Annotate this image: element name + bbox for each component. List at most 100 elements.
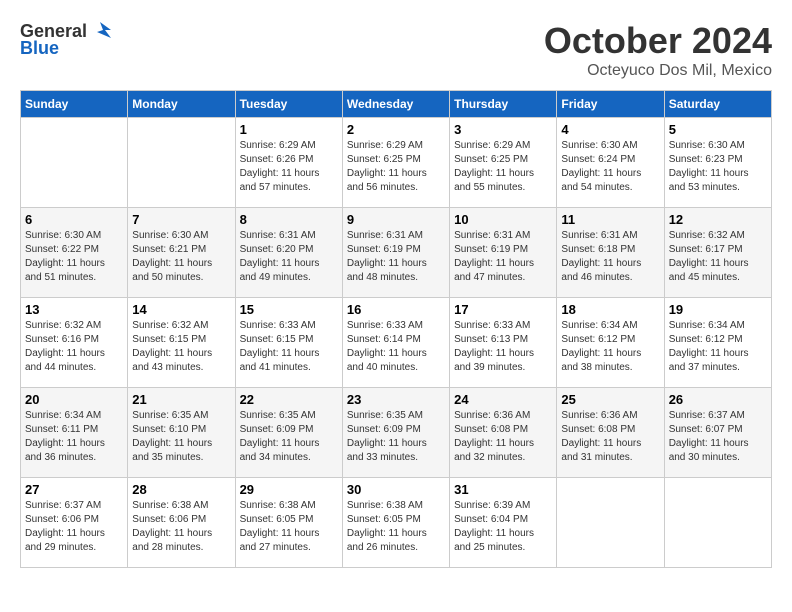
day-number: 1 — [240, 122, 338, 137]
day-number: 30 — [347, 482, 445, 497]
calendar-cell — [557, 478, 664, 568]
day-info: Sunrise: 6:37 AM Sunset: 6:07 PM Dayligh… — [669, 409, 767, 465]
calendar-cell: 8Sunrise: 6:31 AM Sunset: 6:20 PM Daylig… — [235, 208, 342, 298]
day-number: 21 — [132, 392, 230, 407]
day-number: 9 — [347, 212, 445, 227]
day-info: Sunrise: 6:30 AM Sunset: 6:22 PM Dayligh… — [25, 229, 123, 285]
calendar-cell: 9 Sunrise: 6:31 AM Sunset: 6:19 PM Daylig… — [342, 208, 449, 298]
day-info: Sunrise: 6:38 AM Sunset: 6:05 PM Dayligh… — [347, 499, 445, 555]
calendar-cell: 6 Sunrise: 6:30 AM Sunset: 6:22 PM Daylig… — [21, 208, 128, 298]
day-info: Sunrise: 6:33 AM Sunset: 6:15 PM Dayligh… — [240, 319, 338, 375]
day-info: Sunrise: 6:30 AM Sunset: 6:21 PM Dayligh… — [132, 229, 230, 285]
week-row-4: 20Sunrise: 6:34 AM Sunset: 6:11 PM Dayli… — [21, 388, 772, 478]
day-info: Sunrise: 6:30 AM Sunset: 6:23 PM Dayligh… — [669, 139, 767, 195]
day-info: Sunrise: 6:31 AM Sunset: 6:19 PM Dayligh… — [347, 229, 445, 285]
day-info: Sunrise: 6:32 AM Sunset: 6:15 PM Dayligh… — [132, 319, 230, 375]
day-info: Sunrise: 6:34 AM Sunset: 6:12 PM Dayligh… — [561, 319, 659, 375]
calendar-cell — [128, 118, 235, 208]
day-info: Sunrise: 6:29 AM Sunset: 6:25 PM Dayligh… — [347, 139, 445, 195]
day-number: 10 — [454, 212, 552, 227]
day-number: 2 — [347, 122, 445, 137]
calendar-cell: 21 Sunrise: 6:35 AM Sunset: 6:10 PM Dayli… — [128, 388, 235, 478]
logo-blue: Blue — [20, 38, 59, 59]
calendar-cell: 17 Sunrise: 6:33 AM Sunset: 6:13 PM Dayli… — [450, 298, 557, 388]
calendar-cell — [21, 118, 128, 208]
calendar-cell: 16 Sunrise: 6:33 AM Sunset: 6:14 PM Dayli… — [342, 298, 449, 388]
day-info: Sunrise: 6:38 AM Sunset: 6:05 PM Dayligh… — [240, 499, 338, 555]
day-info: Sunrise: 6:31 AM Sunset: 6:19 PM Dayligh… — [454, 229, 552, 285]
day-info: Sunrise: 6:29 AM Sunset: 6:26 PM Dayligh… — [240, 139, 338, 195]
calendar-cell: 31 Sunrise: 6:39 AM Sunset: 6:04 PM Dayli… — [450, 478, 557, 568]
day-number: 14 — [132, 302, 230, 317]
day-number: 17 — [454, 302, 552, 317]
day-number: 6 — [25, 212, 123, 227]
calendar-cell: 20Sunrise: 6:34 AM Sunset: 6:11 PM Dayli… — [21, 388, 128, 478]
day-number: 31 — [454, 482, 552, 497]
calendar-cell: 26 Sunrise: 6:37 AM Sunset: 6:07 PM Dayli… — [664, 388, 771, 478]
calendar-cell: 18 Sunrise: 6:34 AM Sunset: 6:12 PM Dayli… — [557, 298, 664, 388]
day-number: 12 — [669, 212, 767, 227]
day-info: Sunrise: 6:32 AM Sunset: 6:16 PM Dayligh… — [25, 319, 123, 375]
day-info: Sunrise: 6:36 AM Sunset: 6:08 PM Dayligh… — [454, 409, 552, 465]
day-info: Sunrise: 6:35 AM Sunset: 6:10 PM Dayligh… — [132, 409, 230, 465]
week-row-5: 27 Sunrise: 6:37 AM Sunset: 6:06 PM Dayli… — [21, 478, 772, 568]
day-number: 5 — [669, 122, 767, 137]
calendar-cell: 22 Sunrise: 6:35 AM Sunset: 6:09 PM Dayli… — [235, 388, 342, 478]
day-info: Sunrise: 6:36 AM Sunset: 6:08 PM Dayligh… — [561, 409, 659, 465]
weekday-header-sunday: Sunday — [21, 91, 128, 118]
day-info: Sunrise: 6:33 AM Sunset: 6:13 PM Dayligh… — [454, 319, 552, 375]
logo: General Blue — [20, 20, 111, 59]
day-info: Sunrise: 6:35 AM Sunset: 6:09 PM Dayligh… — [347, 409, 445, 465]
day-number: 23 — [347, 392, 445, 407]
weekday-header-thursday: Thursday — [450, 91, 557, 118]
calendar-cell: 15 Sunrise: 6:33 AM Sunset: 6:15 PM Dayli… — [235, 298, 342, 388]
day-info: Sunrise: 6:35 AM Sunset: 6:09 PM Dayligh… — [240, 409, 338, 465]
day-number: 25 — [561, 392, 659, 407]
day-number: 20 — [25, 392, 123, 407]
day-info: Sunrise: 6:34 AM Sunset: 6:12 PM Dayligh… — [669, 319, 767, 375]
calendar-cell: 29 Sunrise: 6:38 AM Sunset: 6:05 PM Dayli… — [235, 478, 342, 568]
day-number: 28 — [132, 482, 230, 497]
calendar-cell: 14 Sunrise: 6:32 AM Sunset: 6:15 PM Dayli… — [128, 298, 235, 388]
calendar-table: SundayMondayTuesdayWednesdayThursdayFrid… — [20, 90, 772, 568]
title-block: October 2024 Octeyuco Dos Mil, Mexico — [544, 20, 772, 80]
day-info: Sunrise: 6:38 AM Sunset: 6:06 PM Dayligh… — [132, 499, 230, 555]
day-number: 4 — [561, 122, 659, 137]
day-number: 18 — [561, 302, 659, 317]
day-number: 29 — [240, 482, 338, 497]
week-row-1: 1 Sunrise: 6:29 AM Sunset: 6:26 PM Daylig… — [21, 118, 772, 208]
day-info: Sunrise: 6:33 AM Sunset: 6:14 PM Dayligh… — [347, 319, 445, 375]
logo-bird-icon — [89, 20, 111, 42]
week-row-2: 6 Sunrise: 6:30 AM Sunset: 6:22 PM Daylig… — [21, 208, 772, 298]
day-number: 7 — [132, 212, 230, 227]
calendar-cell: 7 Sunrise: 6:30 AM Sunset: 6:21 PM Daylig… — [128, 208, 235, 298]
calendar-cell: 10 Sunrise: 6:31 AM Sunset: 6:19 PM Dayli… — [450, 208, 557, 298]
calendar-cell: 1 Sunrise: 6:29 AM Sunset: 6:26 PM Daylig… — [235, 118, 342, 208]
calendar-cell: 28 Sunrise: 6:38 AM Sunset: 6:06 PM Dayli… — [128, 478, 235, 568]
calendar-cell: 12 Sunrise: 6:32 AM Sunset: 6:17 PM Dayli… — [664, 208, 771, 298]
day-info: Sunrise: 6:30 AM Sunset: 6:24 PM Dayligh… — [561, 139, 659, 195]
calendar-cell: 27 Sunrise: 6:37 AM Sunset: 6:06 PM Dayli… — [21, 478, 128, 568]
day-number: 15 — [240, 302, 338, 317]
calendar-cell: 5 Sunrise: 6:30 AM Sunset: 6:23 PM Daylig… — [664, 118, 771, 208]
day-info: Sunrise: 6:29 AM Sunset: 6:25 PM Dayligh… — [454, 139, 552, 195]
calendar-cell — [664, 478, 771, 568]
day-number: 22 — [240, 392, 338, 407]
day-number: 13 — [25, 302, 123, 317]
weekday-header-friday: Friday — [557, 91, 664, 118]
day-number: 19 — [669, 302, 767, 317]
location-title: Octeyuco Dos Mil, Mexico — [544, 62, 772, 80]
day-info: Sunrise: 6:31 AM Sunset: 6:18 PM Dayligh… — [561, 229, 659, 285]
day-number: 16 — [347, 302, 445, 317]
day-info: Sunrise: 6:37 AM Sunset: 6:06 PM Dayligh… — [25, 499, 123, 555]
day-info: Sunrise: 6:32 AM Sunset: 6:17 PM Dayligh… — [669, 229, 767, 285]
weekday-header-saturday: Saturday — [664, 91, 771, 118]
day-info: Sunrise: 6:39 AM Sunset: 6:04 PM Dayligh… — [454, 499, 552, 555]
calendar-cell: 4 Sunrise: 6:30 AM Sunset: 6:24 PM Daylig… — [557, 118, 664, 208]
month-title: October 2024 — [544, 20, 772, 62]
calendar-cell: 30 Sunrise: 6:38 AM Sunset: 6:05 PM Dayli… — [342, 478, 449, 568]
day-number: 27 — [25, 482, 123, 497]
weekday-header-wednesday: Wednesday — [342, 91, 449, 118]
day-number: 26 — [669, 392, 767, 407]
calendar-cell: 3Sunrise: 6:29 AM Sunset: 6:25 PM Daylig… — [450, 118, 557, 208]
